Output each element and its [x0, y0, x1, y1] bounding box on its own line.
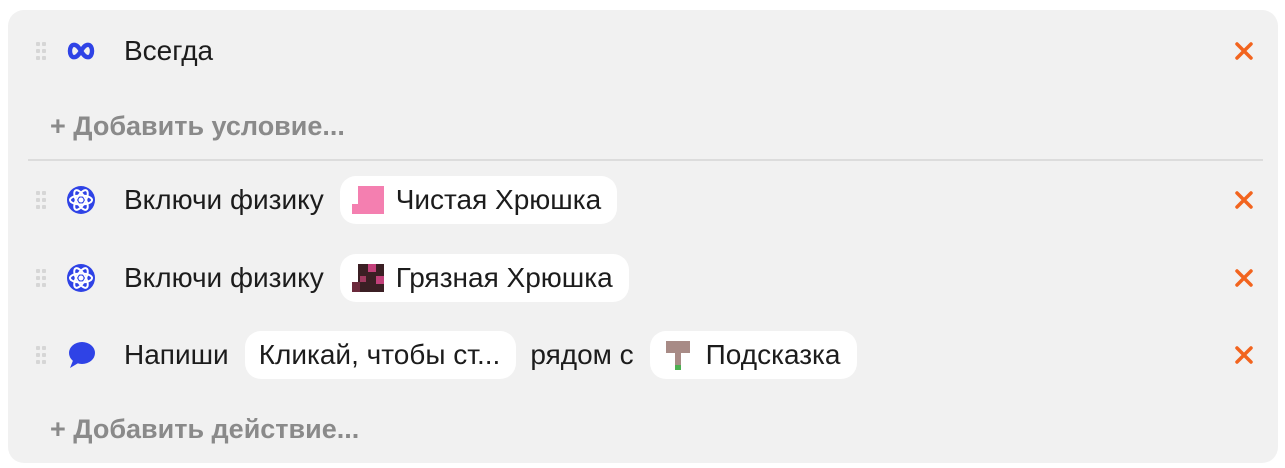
close-icon [1235, 191, 1253, 209]
action-row-physics-dirty[interactable]: Включи физику Грязная Хрюшка [8, 253, 1278, 303]
add-action-button[interactable]: + Добавить действие... [50, 414, 359, 445]
message-chip[interactable]: Кликай, чтобы ст... [244, 331, 517, 379]
atom-icon [66, 185, 96, 215]
action-content: Включи физику Грязная Хрюшка [124, 253, 629, 303]
drag-handle-icon[interactable] [36, 269, 46, 287]
condition-row-always[interactable]: Всегда [8, 26, 1278, 76]
condition-label: Всегда [124, 35, 214, 66]
delete-action-button[interactable] [1228, 184, 1260, 216]
action-content: Включи физику Чистая Хрюшка [124, 175, 618, 225]
target-chip[interactable]: Подсказка [649, 331, 857, 379]
action-row-physics-clean[interactable]: Включи физику Чистая Хрюшка [8, 175, 1278, 225]
action-verb: Включи физику [124, 262, 324, 293]
close-icon [1235, 42, 1253, 60]
delete-condition-button[interactable] [1228, 35, 1260, 67]
action-content: Напиши Кликай, чтобы ст... рядом с Подск… [124, 330, 857, 380]
drag-handle-icon[interactable] [36, 191, 46, 209]
condition-content: Всегда [124, 26, 213, 76]
connector-label: рядом с [530, 339, 634, 370]
drag-handle-icon[interactable] [36, 42, 46, 60]
target-name: Чистая Хрюшка [395, 184, 602, 215]
speech-bubble-icon [66, 340, 96, 370]
target-chip[interactable]: Грязная Хрюшка [339, 254, 629, 302]
close-icon [1235, 346, 1253, 364]
dirty-pig-sprite [351, 264, 384, 292]
delete-action-button[interactable] [1228, 339, 1260, 371]
atom-icon [66, 263, 96, 293]
infinity-icon [66, 36, 96, 66]
rule-panel: Всегда + Добавить условие... Включи физи… [8, 10, 1278, 463]
action-verb: Включи физику [124, 184, 324, 215]
drag-handle-icon[interactable] [36, 346, 46, 364]
action-row-write[interactable]: Напиши Кликай, чтобы ст... рядом с Подск… [8, 330, 1278, 380]
target-name: Подсказка [705, 339, 841, 370]
target-name: Грязная Хрюшка [395, 262, 613, 293]
action-verb: Напиши [124, 339, 229, 370]
add-condition-button[interactable]: + Добавить условие... [50, 111, 345, 142]
section-divider [28, 159, 1263, 161]
sign-sprite [665, 341, 690, 370]
clean-pig-sprite [351, 186, 384, 214]
delete-action-button[interactable] [1228, 262, 1260, 294]
close-icon [1235, 269, 1253, 287]
target-chip[interactable]: Чистая Хрюшка [339, 176, 618, 224]
